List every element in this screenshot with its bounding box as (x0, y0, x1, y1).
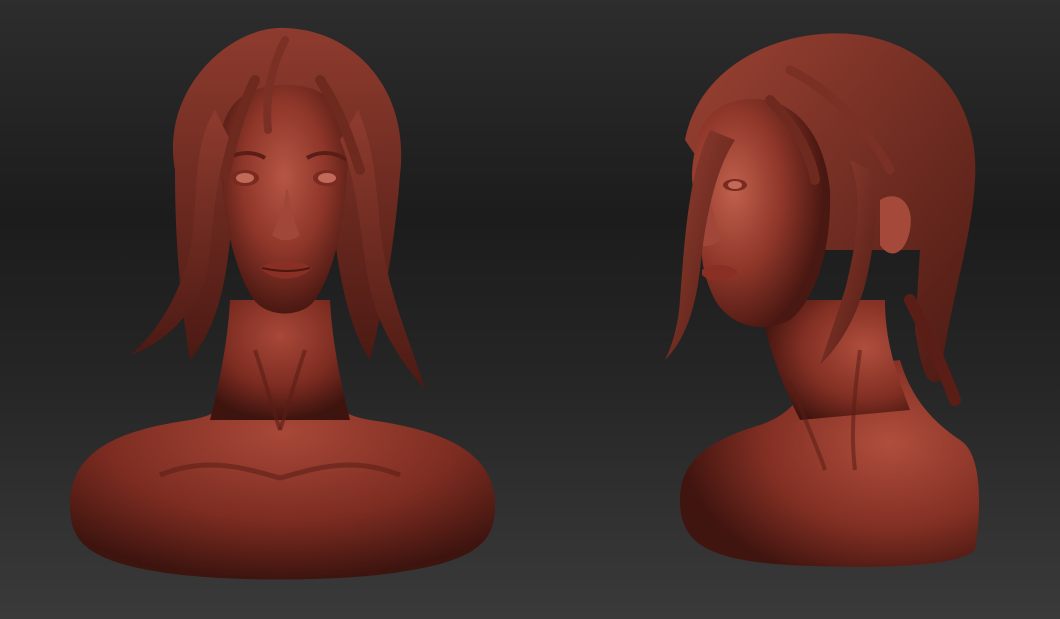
bust-front-view (40, 0, 520, 619)
bust-three-quarter-illustration (665, 33, 980, 567)
bust-three-quarter-view (640, 0, 1020, 619)
bust-neck (210, 300, 350, 420)
bust-front-illustration (70, 27, 495, 580)
sculpt-viewport[interactable] (0, 0, 1060, 619)
